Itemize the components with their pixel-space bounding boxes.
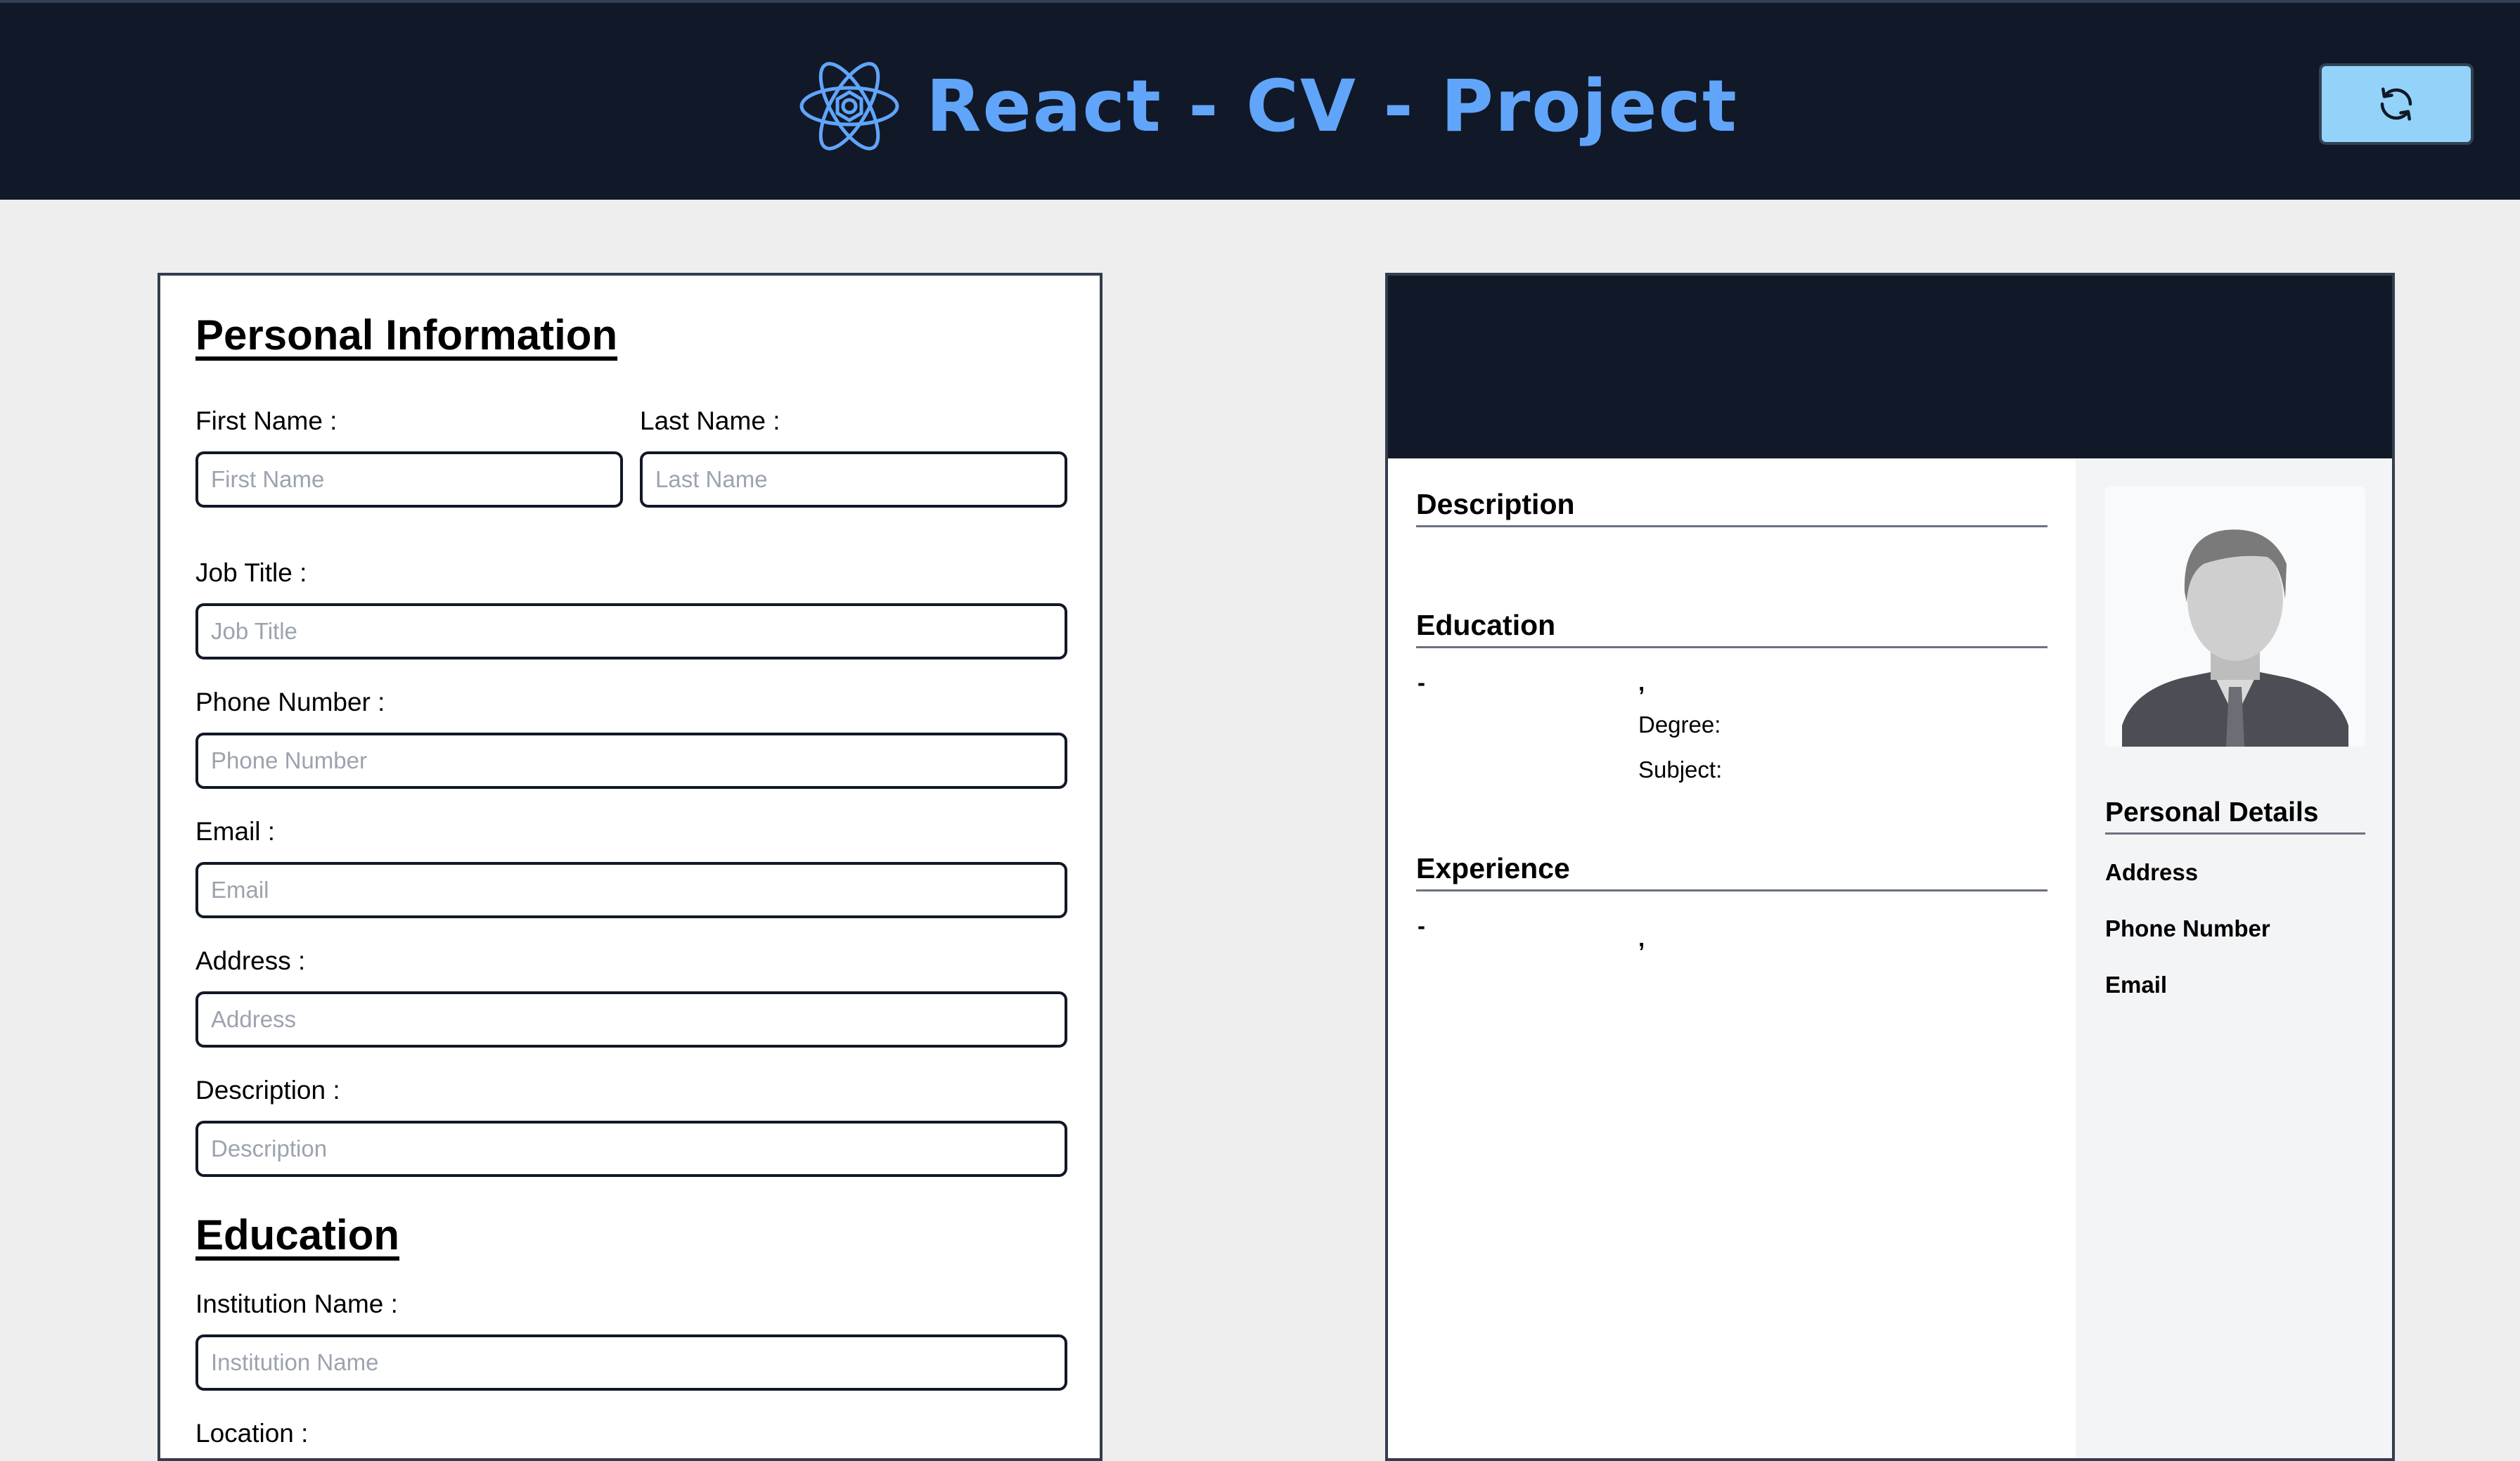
job-title-label: Job Title : bbox=[195, 558, 307, 587]
personal-information-heading: Personal Information bbox=[195, 311, 618, 359]
education-entry-dash: - bbox=[1418, 669, 1425, 695]
details-address-label: Address bbox=[2105, 859, 2199, 885]
profile-photo bbox=[2105, 487, 2365, 747]
first-name-label: First Name : bbox=[195, 406, 338, 435]
location-label: Location : bbox=[195, 1419, 309, 1448]
first-name-input[interactable] bbox=[195, 451, 623, 508]
degree-label: Degree: bbox=[1638, 712, 1721, 738]
react-atom-icon bbox=[799, 62, 899, 150]
refresh-icon bbox=[2380, 87, 2412, 121]
app-header: React - CV - Project bbox=[0, 0, 2520, 200]
experience-entry-dash: - bbox=[1418, 913, 1425, 939]
avatar-placeholder-icon bbox=[2122, 529, 2348, 747]
details-email-label: Email bbox=[2105, 972, 2168, 998]
last-name-input[interactable] bbox=[640, 451, 1067, 508]
phone-number-label: Phone Number : bbox=[195, 688, 385, 716]
description-input[interactable] bbox=[195, 1121, 1067, 1177]
details-phone-label: Phone Number bbox=[2105, 915, 2270, 941]
job-title-input[interactable] bbox=[195, 603, 1067, 659]
institution-name-input[interactable] bbox=[195, 1334, 1067, 1391]
address-label: Address : bbox=[195, 946, 306, 975]
last-name-label: Last Name : bbox=[640, 406, 780, 435]
brand: React - CV - Project bbox=[797, 53, 1738, 159]
refresh-button[interactable] bbox=[2319, 63, 2474, 145]
cv-header-band bbox=[1388, 276, 2392, 458]
education-entry-comma: , bbox=[1638, 669, 1645, 695]
email-label: Email : bbox=[195, 817, 276, 846]
email-input[interactable] bbox=[195, 862, 1067, 918]
cv-preview: Description Education - , Degree: Subjec… bbox=[1385, 273, 2395, 1461]
address-input[interactable] bbox=[195, 991, 1067, 1048]
phone-number-input[interactable] bbox=[195, 733, 1067, 789]
preview-description-heading: Description bbox=[1416, 488, 2048, 527]
description-label: Description : bbox=[195, 1076, 340, 1105]
preview-education-heading: Education bbox=[1416, 609, 2048, 648]
preview-experience-heading: Experience bbox=[1416, 852, 2048, 892]
personal-details-heading: Personal Details bbox=[2105, 797, 2365, 835]
app-title: React - CV - Project bbox=[926, 64, 1738, 148]
cv-form-panel: Personal Information First Name : Last N… bbox=[158, 273, 1102, 1461]
subject-label: Subject: bbox=[1638, 757, 1723, 783]
education-heading: Education bbox=[195, 1211, 400, 1259]
experience-entry-comma: , bbox=[1638, 925, 1645, 951]
institution-name-label: Institution Name : bbox=[195, 1289, 398, 1318]
